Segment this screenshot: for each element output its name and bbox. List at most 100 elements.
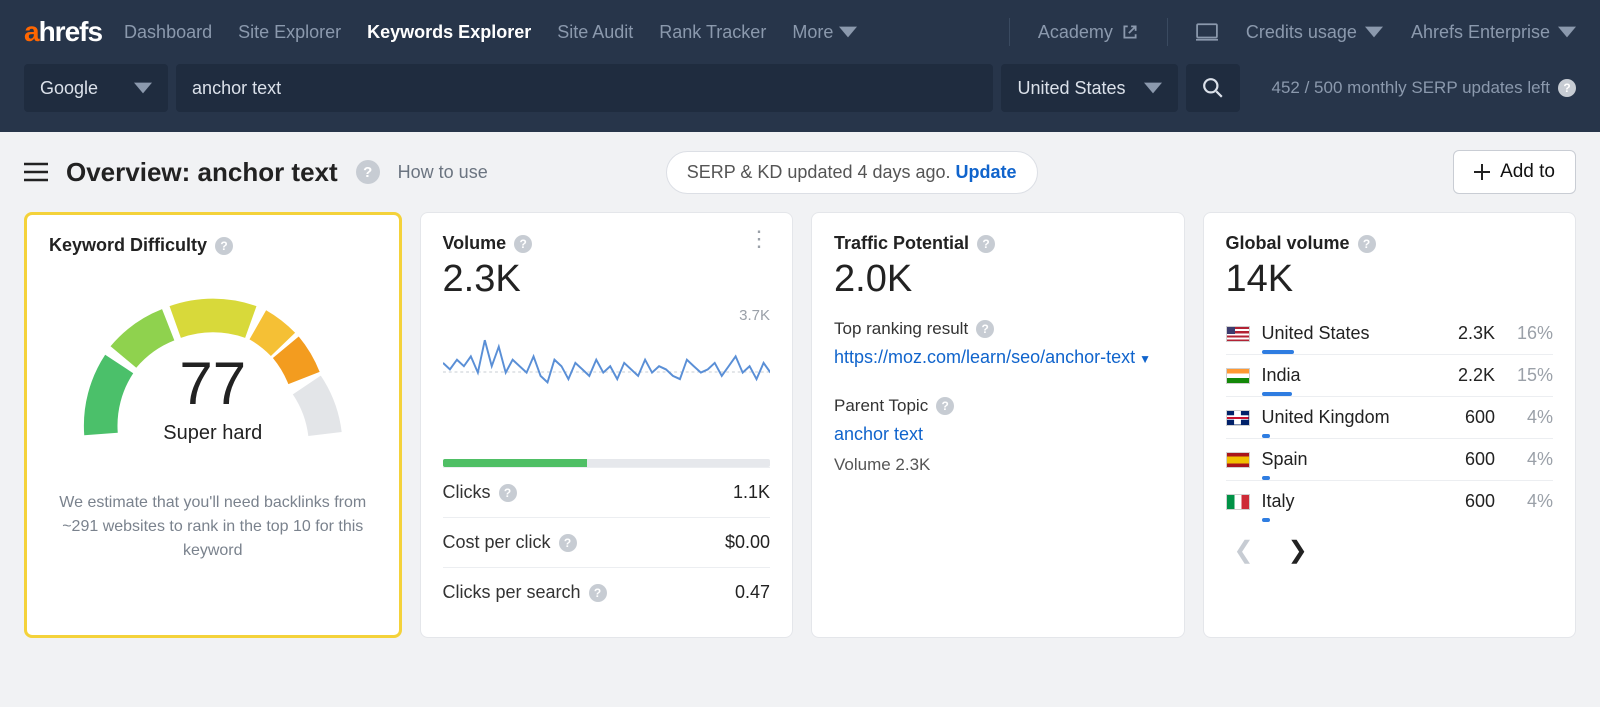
global-row[interactable]: Italy6004%: [1226, 480, 1554, 516]
help-icon[interactable]: ?: [977, 235, 995, 253]
search-engine-select[interactable]: Google: [24, 64, 168, 112]
country-pct: 15%: [1507, 365, 1553, 386]
help-icon[interactable]: ?: [589, 584, 607, 602]
nav-site-explorer[interactable]: Site Explorer: [238, 22, 341, 43]
flag-icon: [1226, 368, 1250, 384]
chevron-down-icon: ▼: [1139, 352, 1151, 366]
chevron-down-icon: [134, 79, 152, 97]
chevron-down-icon: [1365, 23, 1383, 41]
nav-credits[interactable]: Credits usage: [1246, 22, 1383, 43]
flag-icon: [1226, 494, 1250, 510]
nav-keywords-explorer[interactable]: Keywords Explorer: [367, 22, 531, 43]
page-title: Overview: anchor text: [66, 157, 338, 188]
card-title: Keyword Difficulty?: [49, 235, 377, 256]
flag-icon: [1226, 326, 1250, 342]
keyword-input-wrap: [176, 64, 993, 112]
country-pct: 16%: [1507, 323, 1553, 344]
more-icon[interactable]: ⋮: [748, 233, 770, 244]
help-icon[interactable]: ?: [356, 160, 380, 184]
help-icon[interactable]: ?: [559, 534, 577, 552]
chevron-down-icon: [839, 23, 857, 41]
add-to-button[interactable]: Add to: [1453, 150, 1576, 194]
global-row[interactable]: United States2.3K16%: [1226, 313, 1554, 348]
help-icon[interactable]: ?: [215, 237, 233, 255]
global-row[interactable]: Spain 600 4%: [1226, 438, 1554, 474]
flag-icon: [1226, 410, 1250, 426]
help-icon[interactable]: ?: [1358, 235, 1376, 253]
pager-prev[interactable]: ❮: [1234, 536, 1254, 565]
nav-dashboard[interactable]: Dashboard: [124, 22, 212, 43]
metric-clicks: Clicks? 1.1K: [443, 467, 771, 517]
chevron-down-icon: [1144, 79, 1162, 97]
nav-account[interactable]: Ahrefs Enterprise: [1411, 22, 1576, 43]
help-icon[interactable]: ?: [1558, 79, 1576, 97]
flag-icon: [1226, 452, 1250, 468]
help-icon[interactable]: ?: [976, 320, 994, 338]
kd-description: We estimate that you'll need backlinks f…: [49, 491, 377, 563]
metric-cps: Clicks per search? 0.47: [443, 567, 771, 617]
device-icon[interactable]: [1196, 21, 1218, 43]
card-title: Global volume?: [1226, 233, 1554, 254]
metric-cpc: Cost per click? $0.00: [443, 517, 771, 567]
global-pager: ❮ ❯: [1226, 536, 1554, 565]
plus-icon: [1474, 164, 1490, 180]
nav-site-audit[interactable]: Site Audit: [557, 22, 633, 43]
credits-remaining: 452 / 500 monthly SERP updates left ?: [1272, 78, 1576, 98]
search-button[interactable]: [1186, 64, 1240, 112]
country-name: United Kingdom: [1262, 407, 1424, 428]
update-link[interactable]: Update: [956, 162, 1017, 182]
global-value: 14K: [1226, 258, 1554, 301]
chevron-down-icon: [1558, 23, 1576, 41]
country-volume: 2.2K: [1435, 365, 1495, 386]
separator: [1009, 18, 1010, 46]
card-traffic-potential: Traffic Potential? 2.0K Top ranking resu…: [811, 212, 1185, 638]
traffic-value: 2.0K: [834, 258, 1162, 301]
page-header: Overview: anchor text ? How to use SERP …: [0, 132, 1600, 212]
help-icon[interactable]: ?: [499, 484, 517, 502]
card-volume: Volume? ⋮ 2.3K 3.7K Clicks? 1.1K Cost pe…: [420, 212, 794, 638]
country-name: Italy: [1262, 491, 1424, 512]
nav-academy[interactable]: Academy: [1038, 22, 1139, 43]
kd-gauge: 77 Super hard: [49, 274, 377, 445]
global-row[interactable]: United Kingdom 600 4%: [1226, 396, 1554, 432]
country-volume: 2.3K: [1435, 323, 1495, 344]
nav-more[interactable]: More: [792, 22, 857, 43]
pager-next[interactable]: ❯: [1288, 536, 1308, 565]
country-name: Spain: [1262, 449, 1424, 470]
country-pct: 4%: [1507, 407, 1553, 428]
main-nav: Dashboard Site Explorer Keywords Explore…: [124, 22, 857, 43]
top-nav: ahrefs Dashboard Site Explorer Keywords …: [0, 0, 1600, 64]
cards-row: Keyword Difficulty? 77 Super hard We est…: [0, 212, 1600, 662]
volume-value: 2.3K: [443, 258, 771, 301]
update-pill: SERP & KD updated 4 days ago. Update: [666, 151, 1038, 194]
keyword-input[interactable]: [192, 78, 977, 99]
country-volume: 600: [1435, 491, 1495, 512]
top-ranking-label: Top ranking result?: [834, 319, 1162, 339]
parent-topic-volume: Volume 2.3K: [834, 455, 1162, 475]
help-icon[interactable]: ?: [514, 235, 532, 253]
country-name: India: [1262, 365, 1424, 386]
menu-icon[interactable]: [24, 162, 48, 182]
search-icon: [1202, 77, 1224, 99]
external-link-icon: [1121, 23, 1139, 41]
global-row[interactable]: India 2.2K 15%: [1226, 354, 1554, 390]
parent-topic-link[interactable]: anchor text: [834, 424, 923, 445]
top-ranking-url[interactable]: https://moz.com/learn/seo/anchor-text▼: [834, 347, 1151, 368]
country-bar: [1262, 518, 1270, 522]
country-pct: 4%: [1507, 449, 1553, 470]
separator: [1167, 18, 1168, 46]
card-global-volume: Global volume? 14K United States2.3K16%I…: [1203, 212, 1577, 638]
card-title: Traffic Potential?: [834, 233, 1162, 254]
card-title: Volume?: [443, 233, 533, 254]
sparkline-max: 3.7K: [443, 307, 771, 324]
how-to-use-link[interactable]: How to use: [398, 162, 488, 183]
country-volume: 600: [1435, 449, 1495, 470]
logo[interactable]: ahrefs: [24, 16, 102, 48]
help-icon[interactable]: ?: [936, 397, 954, 415]
parent-topic-label: Parent Topic?: [834, 396, 1162, 416]
country-select[interactable]: United States: [1001, 64, 1177, 112]
volume-sparkline: [443, 324, 771, 444]
nav-rank-tracker[interactable]: Rank Tracker: [659, 22, 766, 43]
clicks-bar: [443, 459, 771, 467]
country-volume: 600: [1435, 407, 1495, 428]
